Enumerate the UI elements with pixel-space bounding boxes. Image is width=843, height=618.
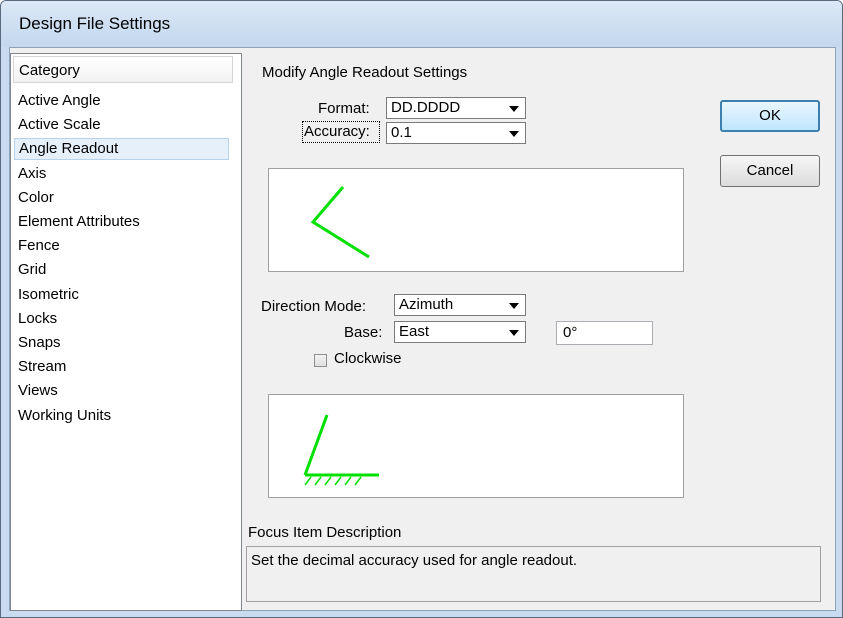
direction-mode-label: Direction Mode: — [261, 298, 367, 315]
hatch-marks-icon — [304, 476, 362, 486]
category-item-color[interactable]: Color — [14, 187, 229, 209]
ok-button[interactable]: OK — [720, 100, 820, 132]
category-item-isometric[interactable]: Isometric — [14, 284, 229, 306]
format-label: Format: — [318, 100, 370, 117]
direction-mode-value: Azimuth — [399, 296, 454, 313]
chevron-down-icon — [509, 303, 519, 309]
dialog-body: Category Active Angle Active Scale Angle R… — [9, 47, 836, 611]
chevron-down-icon — [509, 106, 519, 112]
direction-ray-icon — [303, 414, 329, 476]
category-header-label: Category — [19, 62, 80, 79]
category-item-element-attributes[interactable]: Element Attributes — [14, 211, 229, 233]
category-item-snaps[interactable]: Snaps — [14, 332, 229, 354]
category-item-active-angle[interactable]: Active Angle — [14, 90, 229, 112]
cancel-button[interactable]: Cancel — [720, 155, 820, 187]
panel-heading: Modify Angle Readout Settings — [262, 64, 468, 81]
angle-preview-graphic — [310, 186, 370, 259]
format-value: DD.DDDD — [391, 99, 461, 116]
category-item-axis[interactable]: Axis — [14, 163, 229, 185]
accuracy-label: Accuracy: — [304, 123, 370, 140]
category-item-fence[interactable]: Fence — [14, 235, 229, 257]
category-item-views[interactable]: Views — [14, 380, 229, 402]
clockwise-label[interactable]: Clockwise — [334, 350, 402, 367]
category-item-stream[interactable]: Stream — [14, 356, 229, 378]
direction-mode-dropdown[interactable]: Azimuth — [394, 294, 526, 316]
description-box: Set the decimal accuracy used for angle … — [246, 546, 821, 602]
window-title: Design File Settings — [19, 14, 171, 33]
base-dropdown[interactable]: East — [394, 321, 526, 343]
base-angle-value: 0° — [563, 324, 578, 341]
description-text: Set the decimal accuracy used for angle … — [251, 552, 578, 569]
category-list[interactable]: Category Active Angle Active Scale Angle R… — [10, 53, 242, 611]
angle-format-preview — [268, 168, 684, 272]
direction-preview — [268, 394, 684, 498]
chevron-down-icon — [509, 330, 519, 336]
cancel-button-label: Cancel — [746, 162, 794, 179]
category-item-grid[interactable]: Grid — [14, 259, 229, 281]
category-item-working-units[interactable]: Working Units — [14, 405, 229, 427]
base-angle-input[interactable]: 0° — [556, 321, 653, 345]
chevron-down-icon — [509, 131, 519, 137]
angle-bracket-icon — [310, 186, 370, 259]
format-dropdown[interactable]: DD.DDDD — [386, 97, 526, 119]
direction-preview-graphic — [303, 414, 379, 486]
ok-button-label: OK — [759, 107, 781, 124]
category-item-active-scale[interactable]: Active Scale — [14, 114, 229, 136]
accuracy-value: 0.1 — [391, 124, 412, 141]
base-value: East — [399, 323, 430, 340]
clockwise-checkbox[interactable] — [314, 354, 327, 367]
category-item-locks[interactable]: Locks — [14, 308, 229, 330]
base-label: Base: — [344, 324, 383, 341]
category-header[interactable]: Category — [13, 56, 233, 83]
dialog-window: Design File Settings Category Active Ang… — [0, 0, 843, 618]
description-label: Focus Item Description — [248, 524, 402, 541]
category-item-angle-readout[interactable]: Angle Readout — [14, 138, 229, 160]
title-bar[interactable]: Design File Settings — [1, 1, 842, 47]
accuracy-dropdown[interactable]: 0.1 — [386, 122, 526, 144]
